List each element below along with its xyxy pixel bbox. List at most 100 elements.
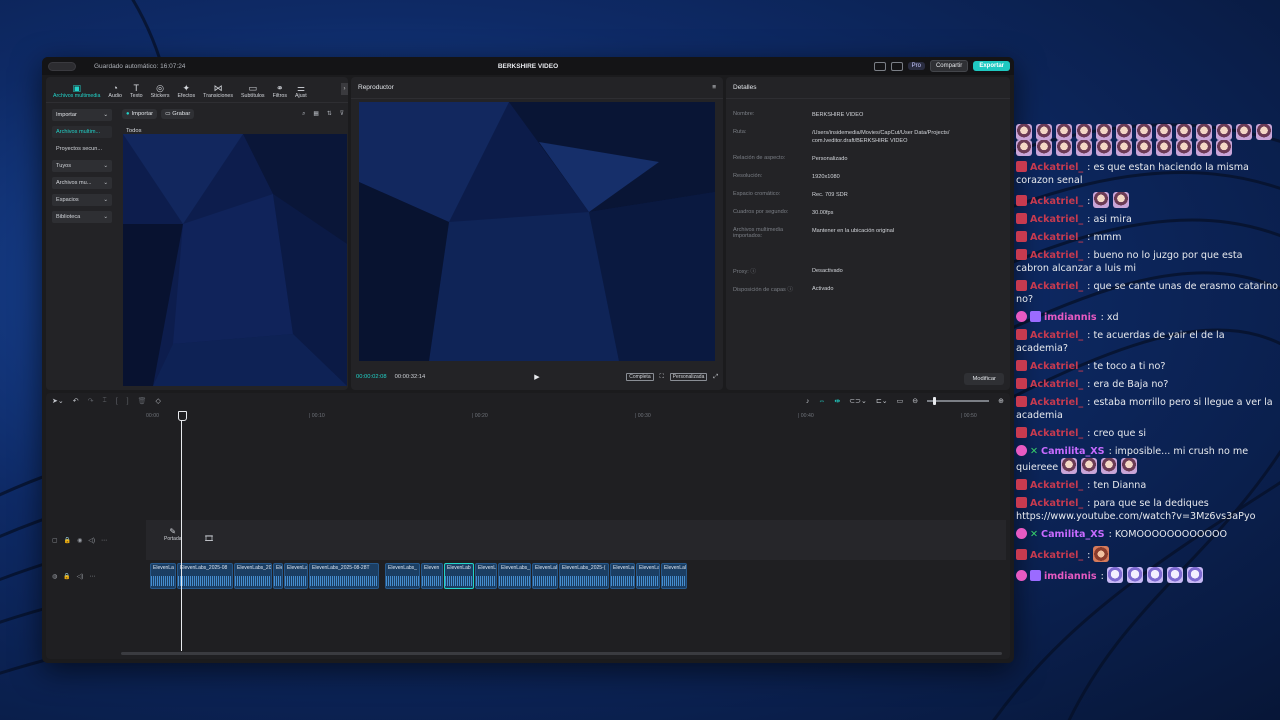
- audio-clip[interactable]: ElevenLab: [444, 563, 474, 589]
- side-item-archivos-multimedia[interactable]: Archivos multim...: [52, 126, 112, 138]
- chat-username[interactable]: Ackatriel_: [1030, 232, 1083, 243]
- audio-icon[interactable]: ◁): [88, 537, 95, 544]
- undo-icon[interactable]: ↶: [73, 397, 79, 405]
- audio-clip[interactable]: ElevenLabs_2025-08: [177, 563, 233, 589]
- chat-username[interactable]: Ackatriel_: [1030, 250, 1083, 261]
- chat-username[interactable]: Ackatriel_: [1030, 480, 1083, 491]
- chat-username[interactable]: Ackatriel_: [1030, 428, 1083, 439]
- track-icon[interactable]: ▢: [52, 537, 58, 544]
- playhead[interactable]: [178, 411, 187, 651]
- search-icon[interactable]: ⌕: [302, 111, 305, 118]
- delete-icon[interactable]: 🗑: [138, 397, 147, 405]
- audio-clip[interactable]: Eleven: [421, 563, 443, 589]
- audio-icon[interactable]: ◁): [77, 573, 84, 580]
- cover-button[interactable]: ✎ Portada: [164, 527, 182, 542]
- tool-tab[interactable]: ◔ Audio: [104, 83, 126, 102]
- audio-clip[interactable]: ElevenLa: [284, 563, 308, 589]
- media-thumbnail[interactable]: [123, 134, 347, 386]
- audio-clip[interactable]: ElevenLal: [661, 563, 687, 589]
- shield-icon[interactable]: ◇: [155, 397, 160, 405]
- zoom-slider[interactable]: [927, 397, 990, 405]
- chat-username[interactable]: imdiannis: [1044, 312, 1097, 323]
- audio-clip[interactable]: ElevenL: [475, 563, 497, 589]
- audio-clip[interactable]: ElevenLal: [532, 563, 558, 589]
- chat-username[interactable]: Camilita_XS: [1041, 529, 1105, 540]
- zoom-slider-knob[interactable]: [933, 397, 937, 405]
- chat-username[interactable]: Ackatriel_: [1030, 330, 1083, 341]
- share-button[interactable]: Compartir: [929, 60, 969, 72]
- import-button[interactable]: Importar: [122, 109, 158, 119]
- side-item-biblioteca[interactable]: Biblioteca ⌄: [52, 211, 112, 223]
- focus-icon[interactable]: ⛶: [660, 374, 664, 381]
- chat-username[interactable]: Ackatriel_: [1030, 498, 1083, 509]
- chat-username[interactable]: Ackatriel_: [1030, 162, 1083, 173]
- audio-clip[interactable]: ElevenLa: [610, 563, 635, 589]
- chat-username[interactable]: Camilita_XS: [1041, 446, 1105, 457]
- side-item-tuyos[interactable]: Tuyos ⌄: [52, 160, 112, 172]
- link-icon[interactable]: ⇔: [818, 398, 825, 405]
- timeline-scrollbar[interactable]: [121, 652, 1002, 655]
- record-button[interactable]: ▭ Grabar: [161, 109, 195, 119]
- play-icon[interactable]: ▶: [534, 373, 539, 381]
- aspect-ratio-button[interactable]: Personalizada: [669, 373, 708, 381]
- fullscreen-icon[interactable]: ⤢: [713, 374, 718, 381]
- side-item-espacios[interactable]: Espacios ⌄: [52, 194, 112, 206]
- chat-username[interactable]: Ackatriel_: [1030, 379, 1083, 390]
- microphone-icon[interactable]: ♪: [806, 398, 810, 405]
- chat-username[interactable]: Ackatriel_: [1030, 397, 1083, 408]
- lock-icon[interactable]: 🔒: [64, 537, 71, 544]
- tool-tab[interactable]: ◎ Stickers: [147, 83, 174, 102]
- sort-icon[interactable]: ⇅: [327, 111, 332, 118]
- preview-axis-icon[interactable]: ⊏⌄: [876, 397, 888, 405]
- tool-tab[interactable]: ⋈ Transiciones: [199, 83, 237, 102]
- audio-clip[interactable]: ElevenLa: [150, 563, 176, 589]
- select-tool-icon[interactable]: ➤⌄: [52, 397, 64, 405]
- audio-clip[interactable]: ElevenLabs_: [385, 563, 420, 589]
- main-video-track[interactable]: [146, 520, 1006, 560]
- layout-icon[interactable]: [873, 61, 886, 71]
- more-icon[interactable]: ⋯: [89, 573, 95, 580]
- modify-button[interactable]: Modificar: [964, 373, 1004, 385]
- audio-clip[interactable]: ElevenLabs_2025-08-28T: [309, 563, 379, 589]
- video-preview[interactable]: [359, 102, 715, 361]
- chat-username[interactable]: Ackatriel_: [1030, 214, 1083, 225]
- audio-clip[interactable]: ElevenLabs_2025-(: [559, 563, 609, 589]
- menu-icon[interactable]: ≡: [712, 84, 716, 91]
- audio-clip[interactable]: ElevenLabs_: [498, 563, 531, 589]
- audio-clip[interactable]: ElevenLabs_20: [234, 563, 272, 589]
- caption-icon[interactable]: ▭: [897, 397, 904, 405]
- export-button[interactable]: Exportar: [973, 61, 1010, 71]
- split-icon[interactable]: ⌶: [102, 397, 106, 405]
- zoom-in-icon[interactable]: ⊕: [998, 397, 1004, 405]
- complete-view-button[interactable]: Completa: [626, 373, 654, 381]
- redo-icon[interactable]: ↷: [88, 397, 94, 405]
- shortcut-icon[interactable]: [890, 61, 903, 71]
- chat-username[interactable]: Ackatriel_: [1030, 550, 1083, 561]
- audio-clip[interactable]: ElevenLa: [636, 563, 660, 589]
- side-item-proyectos[interactable]: Proyectos secun...: [52, 143, 112, 155]
- tool-tab[interactable]: ⚭ Filtros: [269, 83, 291, 102]
- side-item-importar[interactable]: Importar ⌄: [52, 109, 112, 121]
- eye-icon[interactable]: ◉: [77, 537, 82, 544]
- link-toggle-icon[interactable]: ⊂⊃⌄: [849, 397, 867, 405]
- more-icon[interactable]: ⋯: [101, 537, 107, 544]
- time-ruler[interactable]: 00:00 | 00:10 | 00:20 | 00:30 | 00:40 | 00:50: [146, 411, 1010, 421]
- tabs-scroll-arrow[interactable]: ›: [341, 83, 348, 95]
- zoom-out-icon[interactable]: ⊖: [912, 397, 918, 405]
- tool-tab[interactable]: T Texto: [126, 83, 147, 102]
- split-right-icon[interactable]: ]: [127, 398, 129, 405]
- chat-username[interactable]: imdiannis: [1044, 571, 1097, 582]
- tool-tab[interactable]: ▭ Subtítulos: [237, 83, 269, 102]
- tool-tab[interactable]: ▣ Archivos multimedia: [49, 83, 104, 102]
- chat-username[interactable]: Ackatriel_: [1030, 196, 1083, 207]
- split-left-icon[interactable]: [: [116, 398, 118, 405]
- tool-tab[interactable]: ⚌ Ajust: [291, 83, 311, 102]
- chat-username[interactable]: Ackatriel_: [1030, 361, 1083, 372]
- window-controls[interactable]: [48, 61, 76, 71]
- chat-username[interactable]: Ackatriel_: [1030, 281, 1083, 292]
- pro-button[interactable]: Pro: [907, 62, 925, 70]
- grid-view-icon[interactable]: ▦: [313, 111, 318, 118]
- filter-icon[interactable]: ⊽: [340, 111, 344, 118]
- track-icon[interactable]: ◍: [52, 573, 57, 580]
- snap-icon[interactable]: ⇹: [834, 397, 840, 405]
